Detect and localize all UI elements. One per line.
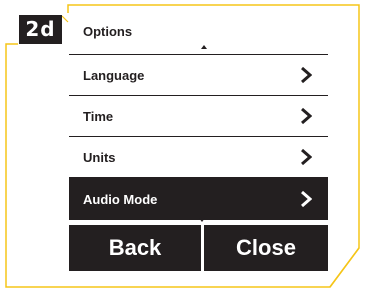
- step-badge: 2d: [19, 15, 62, 44]
- menu-item-time[interactable]: Time: [69, 96, 328, 137]
- scroll-down-arrow-icon: [199, 218, 205, 222]
- chevron-right-icon: [301, 148, 312, 166]
- menu-item-label: Time: [83, 109, 114, 124]
- menu-item-language[interactable]: Language: [69, 55, 328, 96]
- menu-item-label: Language: [83, 68, 145, 83]
- chevron-right-icon: [301, 190, 312, 208]
- scroll-up-arrow-icon: [201, 45, 207, 49]
- screen-header: Options: [69, 12, 328, 55]
- menu-item-audio-mode[interactable]: Audio Mode: [69, 178, 328, 220]
- chevron-right-icon: [301, 66, 312, 84]
- close-button[interactable]: Close: [204, 225, 328, 271]
- chevron-right-icon: [301, 107, 312, 125]
- back-button[interactable]: Back: [69, 225, 201, 271]
- menu-item-label: Units: [83, 150, 116, 165]
- options-screen: Options Language Time Units Audio Mode: [69, 12, 328, 222]
- menu-item-units[interactable]: Units: [69, 137, 328, 178]
- menu-item-label: Audio Mode: [83, 192, 158, 207]
- button-bar: Back Close: [69, 225, 328, 271]
- page-title: Options: [83, 24, 133, 39]
